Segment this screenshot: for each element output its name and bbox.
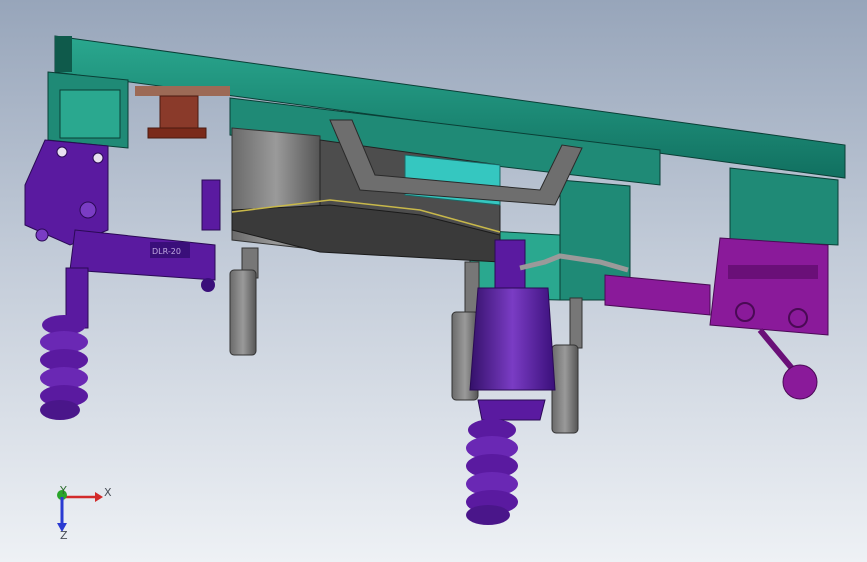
- center-clamp-handle[interactable]: [466, 419, 518, 525]
- guide-post-right[interactable]: [551, 297, 583, 434]
- x-axis-label: X: [104, 486, 112, 499]
- z-axis-label: Z: [60, 529, 68, 542]
- right-toggle-clamp[interactable]: [604, 237, 829, 380]
- z-axis-arrow: [57, 497, 67, 532]
- frame-block-right[interactable]: [729, 167, 839, 246]
- x-axis-arrow: [62, 492, 103, 502]
- cad-model[interactable]: DLR-20: [0, 0, 867, 562]
- graphics-viewport[interactable]: DLR-20 X Y Z: [0, 0, 867, 562]
- guide-post-left[interactable]: [229, 247, 259, 356]
- clamp-part-label: DLR-20: [152, 247, 181, 256]
- y-axis-label: Y: [60, 484, 67, 497]
- right-clamp-knob[interactable]: [782, 364, 818, 400]
- view-triad: [57, 490, 103, 532]
- copper-cylinder[interactable]: [135, 86, 230, 139]
